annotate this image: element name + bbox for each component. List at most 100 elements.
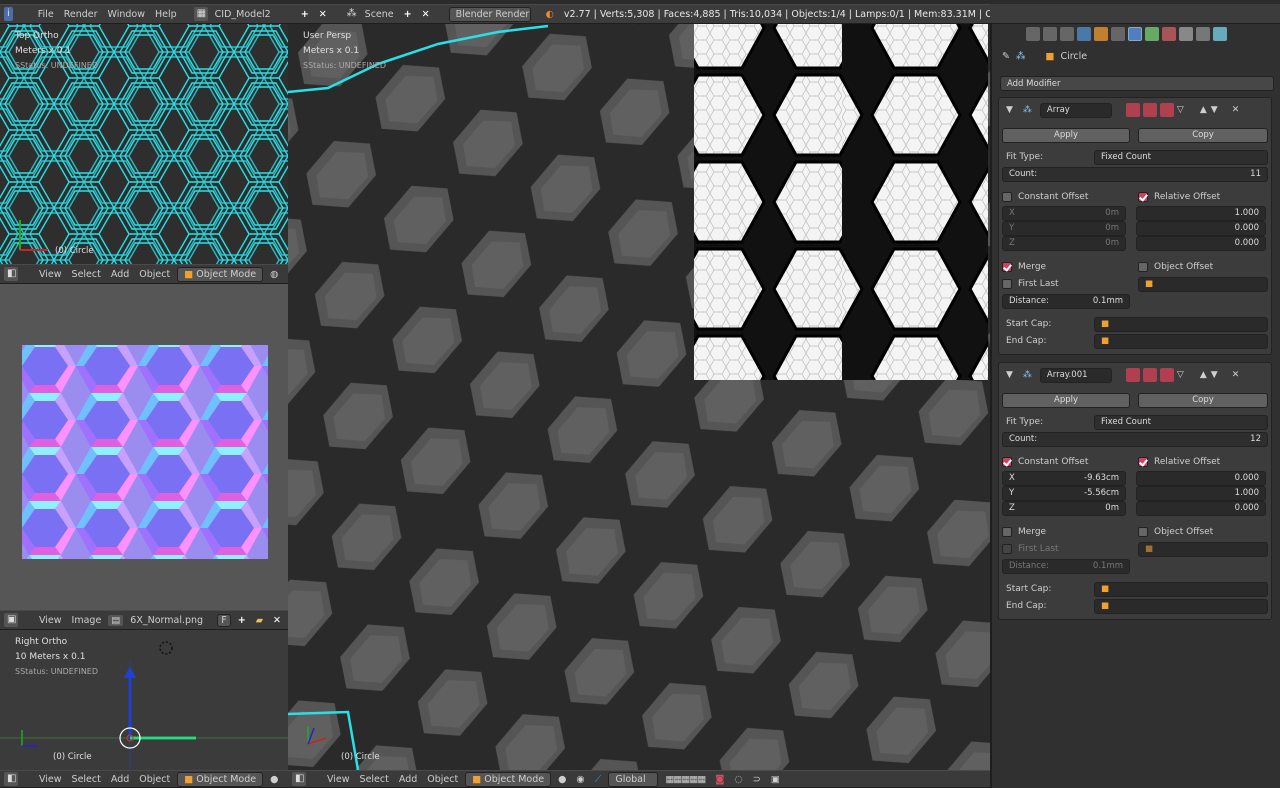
offset-object-field-2[interactable]: ■ [1138, 541, 1268, 557]
modifier-1-name[interactable]: Array [1039, 102, 1112, 118]
const-z-field-2[interactable]: Z 0m [1002, 500, 1126, 516]
fit-type-select-2[interactable]: Fixed Count [1094, 414, 1268, 430]
start-cap-field-1[interactable]: ■ [1094, 316, 1268, 332]
mode-select-2[interactable]: ■ Object Mode [177, 771, 264, 787]
render-toggle-icon-2[interactable] [1125, 368, 1140, 382]
first-last-toggle-1[interactable]: First Last [1002, 279, 1138, 289]
particles-tab-icon[interactable] [1196, 27, 1210, 41]
const-x-field-1[interactable]: X 0m [1002, 205, 1126, 221]
render-preview-icon[interactable]: ◙ [712, 774, 727, 785]
screen-layout-icon[interactable]: ▦ [193, 7, 208, 21]
menu-render[interactable]: Render [61, 9, 101, 20]
select-menu-2[interactable]: Select [69, 774, 104, 785]
view-menu[interactable]: View [36, 269, 65, 280]
image-editor-type-icon[interactable]: ▣ [4, 613, 18, 627]
constant-offset-checkbox-2[interactable] [1002, 457, 1012, 467]
scene-name-field[interactable]: Scene [362, 9, 397, 20]
scene-icon[interactable]: ⁂ [344, 7, 358, 21]
remove-modifier-icon-2[interactable]: ✕ [1232, 370, 1240, 380]
shading-icon-2[interactable]: ● [267, 774, 281, 785]
distance-field-2[interactable]: Distance: 0.1mm [1002, 558, 1130, 574]
user-persp-viewport[interactable]: User Persp Meters x 0.1 SStatus: UNDEFIN… [288, 24, 990, 770]
object-tab-icon[interactable] [1094, 27, 1108, 41]
first-last-checkbox-1[interactable] [1002, 279, 1012, 289]
distance-field-1[interactable]: Distance: 0.1mm [1002, 293, 1130, 309]
object-offset-toggle-1[interactable]: Object Offset [1138, 262, 1213, 272]
start-cap-field-2[interactable]: ■ [1094, 581, 1268, 597]
rel-y-field-1[interactable]: 0.000 [1136, 220, 1266, 236]
object-offset-checkbox-1[interactable] [1138, 262, 1148, 272]
move-down-icon[interactable]: ▼ [1211, 105, 1218, 115]
add-modifier-menu[interactable]: Add Modifier [1000, 76, 1274, 91]
apply-button-1[interactable]: Apply [1002, 127, 1130, 143]
pivot-icon[interactable]: ◉ [573, 774, 587, 785]
rel-z-field-2[interactable]: 0.000 [1136, 500, 1266, 516]
unlink-image-button[interactable]: ✕ [270, 615, 284, 626]
constant-offset-toggle-2[interactable]: Constant Offset [1002, 457, 1138, 467]
collapse-icon[interactable]: ▼ [1006, 105, 1013, 115]
physics-tab-icon[interactable] [1213, 27, 1227, 41]
menu-window[interactable]: Window [105, 9, 148, 20]
scene-tab-icon[interactable] [1060, 27, 1074, 41]
rel-z-field-1[interactable]: 0.000 [1136, 235, 1266, 251]
copy-button-1[interactable]: Copy [1138, 127, 1268, 143]
modifiers-tab-icon[interactable] [1128, 27, 1142, 41]
modifier-2-name[interactable]: Array.001 [1039, 367, 1112, 383]
move-up-icon[interactable]: ▲ [1200, 105, 1207, 115]
constraints-tab-icon[interactable] [1111, 27, 1125, 41]
rel-x-field-1[interactable]: 1.000 [1136, 205, 1266, 221]
editor-type-icon[interactable]: ◧ [4, 267, 18, 281]
collapse-icon-2[interactable]: ▼ [1006, 370, 1013, 380]
object-offset-checkbox-2[interactable] [1138, 527, 1148, 537]
add-menu[interactable]: Add [108, 269, 132, 280]
count-field-1[interactable]: Count: 11 [1002, 166, 1268, 182]
merge-toggle-2[interactable]: Merge [1002, 527, 1138, 537]
pin-icon[interactable]: ✎ [1002, 51, 1010, 62]
object-menu[interactable]: Object [136, 269, 173, 280]
editor-type-icon-2[interactable]: ◧ [4, 772, 18, 786]
render-still-icon[interactable]: ▣ [768, 774, 783, 785]
const-y-field-2[interactable]: Y -5.56cm [1002, 485, 1126, 501]
add-menu-3[interactable]: Add [396, 774, 420, 785]
move-down-icon-2[interactable]: ▼ [1211, 370, 1218, 380]
layers-tab-icon[interactable] [1043, 27, 1057, 41]
constant-offset-checkbox-1[interactable] [1002, 192, 1012, 202]
object-offset-toggle-2[interactable]: Object Offset [1138, 527, 1213, 537]
fit-type-select-1[interactable]: Fixed Count [1094, 149, 1268, 165]
screen-name-field[interactable]: CID_Model2 [212, 9, 274, 20]
render-toggle-icon[interactable] [1125, 103, 1140, 117]
image-menu[interactable]: Image [69, 615, 105, 626]
move-up-icon-2[interactable]: ▲ [1200, 370, 1207, 380]
close-screen-button[interactable]: ✕ [316, 9, 330, 20]
viewport-toggle-icon[interactable] [1142, 103, 1157, 117]
relative-offset-checkbox-2[interactable] [1138, 457, 1148, 467]
const-x-field-2[interactable]: X -9.63cm [1002, 470, 1126, 486]
manipulator-icon[interactable]: ⟋ [592, 774, 605, 785]
viewport-toggle-icon-2[interactable] [1142, 368, 1157, 382]
cage-toggle-icon-2[interactable]: ▽ [1177, 370, 1184, 380]
add-menu-2[interactable]: Add [108, 774, 132, 785]
new-image-button[interactable]: + [235, 615, 249, 626]
const-y-field-1[interactable]: Y 0m [1002, 220, 1126, 236]
end-cap-field-1[interactable]: ■ [1094, 333, 1268, 349]
image-view-menu[interactable]: View [36, 615, 65, 626]
layers-grid-icon[interactable]: ▦▦▦▦▦ [662, 774, 708, 785]
copy-button-2[interactable]: Copy [1138, 392, 1268, 408]
cage-toggle-icon[interactable]: ▽ [1177, 105, 1184, 115]
fake-user-button[interactable]: F [217, 613, 231, 627]
object-menu-2[interactable]: Object [136, 774, 173, 785]
close-scene-button[interactable]: ✕ [419, 9, 433, 20]
data-tab-icon[interactable] [1145, 27, 1159, 41]
constant-offset-toggle-1[interactable]: Constant Offset [1002, 192, 1138, 202]
merge-checkbox-1[interactable] [1002, 262, 1012, 272]
shading-icon[interactable]: ◍ [267, 269, 281, 280]
remove-modifier-icon[interactable]: ✕ [1232, 105, 1240, 115]
object-menu-3[interactable]: Object [424, 774, 461, 785]
texture-tab-icon[interactable] [1179, 27, 1193, 41]
world-tab-icon[interactable] [1077, 27, 1091, 41]
view-menu-2[interactable]: View [36, 774, 65, 785]
right-ortho-viewport[interactable]: Right Ortho 10 Meters x 0.1 SStatus: UND… [0, 630, 288, 770]
add-scene-button[interactable]: + [401, 9, 415, 20]
shading-icon-3[interactable]: ● [555, 774, 569, 785]
editor-type-icon-3[interactable]: ◧ [292, 772, 306, 786]
